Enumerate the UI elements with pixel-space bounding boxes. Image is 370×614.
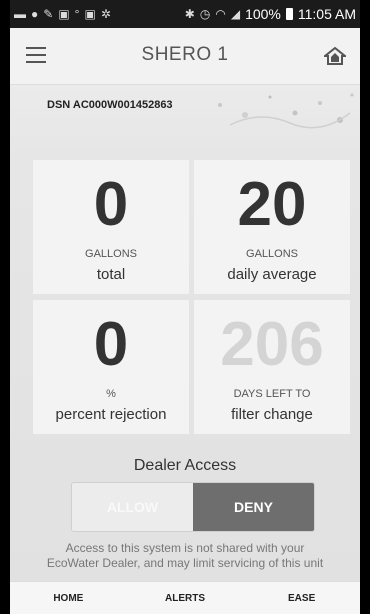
dashboard-content: DSN AC000W001452863 0 GALLONS total 20 G… xyxy=(10,85,360,581)
tile-value: 0 xyxy=(93,170,129,239)
clock: 11:05 AM xyxy=(297,6,356,22)
phone-screen: ▬ ● ✎ ▣ ° ▣ ✲ ✱ ◷ ◠ ◢ 100% 11:05 AM SHER… xyxy=(10,0,360,614)
system-icons: ✱ ◷ ◠ ◢ 100% 11:05 AM xyxy=(185,6,356,22)
tile-unit: % xyxy=(106,388,116,400)
daily-average-tile: 20 GALLONS daily average xyxy=(194,160,350,294)
device-serial-number: DSN AC000W001452863 xyxy=(47,99,173,111)
battery-percent: 100% xyxy=(245,6,281,22)
tile-label: total xyxy=(96,266,126,283)
wrench-icon: ✎ xyxy=(43,7,54,21)
page-title: SHERO 1 xyxy=(141,44,229,65)
signal-icon: ◢ xyxy=(230,7,241,21)
tile-label: filter change xyxy=(231,406,313,423)
bluetooth-icon: ✱ xyxy=(184,7,195,21)
note-line-2: EcoWater Dealer, and may limit servicing… xyxy=(46,556,324,570)
tile-unit: GALLONS xyxy=(85,248,137,260)
dealer-access-note: Access to this system is not shared with… xyxy=(10,541,360,571)
image-icon: ▣ xyxy=(58,7,70,21)
tile-value: 20 xyxy=(237,170,307,239)
note-line-1: Access to this system is not shared with… xyxy=(65,541,305,555)
message-icon: ▬ xyxy=(14,7,26,21)
tile-label: daily average xyxy=(227,266,317,283)
dealer-access-toggle: ALLOW DENY xyxy=(71,482,315,532)
percent-rejection-tile: 0 % percent rejection xyxy=(33,300,189,434)
nav-alerts[interactable]: ALERTS xyxy=(130,593,240,604)
filter-change-tile: 206 DAYS LEFT TO filter change xyxy=(194,300,350,434)
location-icon: ● xyxy=(31,7,39,21)
home-icon[interactable] xyxy=(324,46,346,66)
status-bar: ▬ ● ✎ ▣ ° ▣ ✲ ✱ ◷ ◠ ◢ 100% 11:05 AM xyxy=(10,0,360,28)
alarm-icon: ◷ xyxy=(199,7,211,21)
tile-value: 0 xyxy=(93,310,129,379)
battery-icon xyxy=(285,8,293,20)
dealer-access-title: Dealer Access xyxy=(133,457,237,474)
tile-value: 206 xyxy=(220,310,324,379)
total-gallons-tile: 0 GALLONS total xyxy=(33,160,189,294)
app-bar: SHERO 1 xyxy=(10,28,360,85)
deny-button[interactable]: DENY xyxy=(193,483,314,531)
bottom-navigation: HOME ALERTS EASE xyxy=(10,581,360,614)
nav-home[interactable]: HOME xyxy=(13,593,123,604)
tile-unit: GALLONS xyxy=(246,248,298,260)
allow-button[interactable]: ALLOW xyxy=(72,483,193,531)
settings-icon: ✲ xyxy=(100,7,111,21)
tile-unit: DAYS LEFT TO xyxy=(233,388,311,400)
wifi-icon: ◠ xyxy=(215,7,226,21)
tile-label: percent rejection xyxy=(55,406,167,423)
gallery-icon: ▣ xyxy=(84,7,96,21)
nav-ease[interactable]: EASE xyxy=(247,593,357,604)
water-splash-decoration xyxy=(218,93,354,129)
notification-icons: ▬ ● ✎ ▣ ° ▣ ✲ xyxy=(14,7,111,21)
temperature-icon: ° xyxy=(74,7,80,21)
